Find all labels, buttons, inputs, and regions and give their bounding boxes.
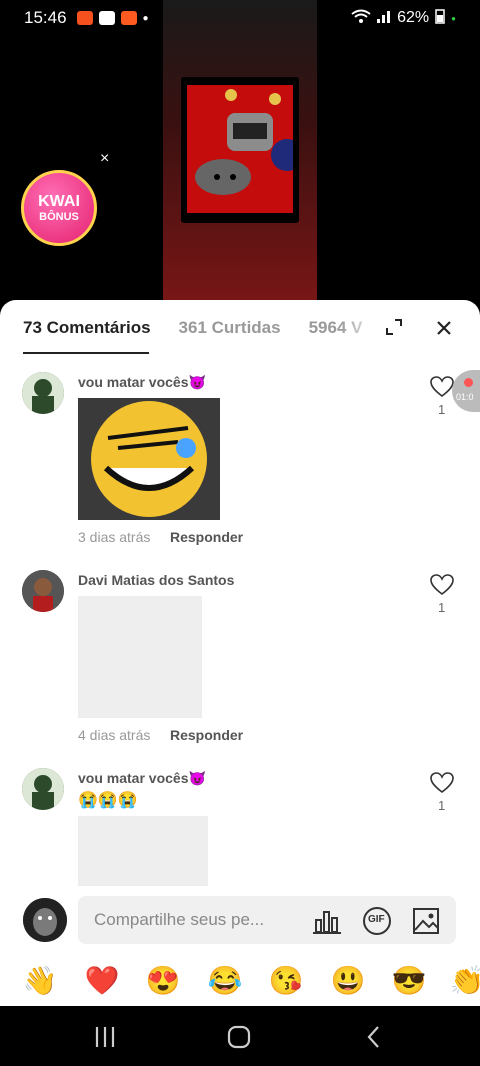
comment-input[interactable]: Compartilhe seus pe... GIF bbox=[78, 896, 456, 944]
notification-icons: ● bbox=[76, 11, 149, 25]
reply-button[interactable]: Responder bbox=[170, 727, 243, 743]
bonus-subtitle: BÔNUS bbox=[39, 211, 79, 223]
kwai-app-icon bbox=[120, 11, 137, 25]
image-icon[interactable] bbox=[411, 906, 441, 936]
emoji-button[interactable]: 👋 bbox=[20, 964, 60, 997]
heart-icon[interactable] bbox=[430, 376, 454, 398]
video-thumbnail: Alight Motion bbox=[181, 77, 299, 223]
comment-input-placeholder: Compartilhe seus pe... bbox=[94, 910, 265, 929]
emoji-button[interactable]: 😎 bbox=[389, 964, 429, 997]
my-avatar bbox=[23, 898, 67, 942]
heart-icon[interactable] bbox=[430, 574, 454, 596]
back-icon[interactable] bbox=[362, 1024, 392, 1050]
chart-icon[interactable] bbox=[312, 906, 342, 936]
close-icon[interactable] bbox=[434, 318, 454, 338]
comment-time: 4 dias atrás bbox=[78, 727, 151, 743]
privacy-dot-icon: ● bbox=[451, 13, 456, 23]
avatar[interactable] bbox=[22, 372, 64, 414]
heart-icon[interactable] bbox=[430, 772, 454, 794]
battery-icon bbox=[435, 8, 445, 29]
kwai-bonus-badge[interactable]: KWAI BÔNUS bbox=[21, 170, 97, 246]
comment-author[interactable]: vou matar vocês😈 bbox=[78, 374, 206, 391]
comment-time: 3 dias atrás bbox=[78, 529, 151, 545]
camera-app-icon bbox=[76, 11, 93, 25]
like-count: 1 bbox=[438, 600, 446, 615]
avatar[interactable] bbox=[22, 570, 64, 612]
like-count: 1 bbox=[438, 402, 446, 417]
like-count: 1 bbox=[438, 798, 446, 813]
emoji-button[interactable]: 😃 bbox=[328, 964, 368, 997]
recent-apps-icon[interactable] bbox=[92, 1024, 122, 1050]
avatar[interactable] bbox=[22, 768, 64, 810]
system-status: 62% ● bbox=[351, 8, 456, 29]
emoji-shortcuts: 👋 ❤️ 😍 😂 😘 😃 😎 👏 bbox=[0, 956, 480, 1006]
emoji-button[interactable]: 😘 bbox=[266, 964, 306, 997]
emoji-button[interactable]: ❤️ bbox=[82, 964, 122, 997]
system-nav-bar bbox=[0, 1006, 480, 1066]
expand-icon[interactable] bbox=[385, 318, 403, 336]
comments-tabs: 73 Comentários 361 Curtidas 5964 V bbox=[0, 300, 480, 356]
bonus-title: KWAI bbox=[38, 193, 80, 210]
comment-image[interactable] bbox=[78, 816, 208, 886]
tab-comments[interactable]: 73 Comentários bbox=[23, 318, 151, 354]
bonus-close-icon[interactable]: × bbox=[100, 150, 109, 168]
reply-button[interactable]: Responder bbox=[170, 529, 243, 545]
recorder-time: 01:0 bbox=[456, 392, 474, 402]
emoji-button[interactable]: 😍 bbox=[143, 964, 183, 997]
emoji-button[interactable]: 😂 bbox=[205, 964, 245, 997]
comments-sheet: 73 Comentários 361 Curtidas 5964 V vou m… bbox=[0, 300, 480, 1006]
more-dot-icon: ● bbox=[142, 12, 149, 24]
tab-likes[interactable]: 361 Curtidas bbox=[179, 318, 281, 338]
comment-image[interactable] bbox=[78, 398, 220, 520]
clock: 15:46 bbox=[24, 8, 67, 27]
tab-fade bbox=[340, 300, 380, 356]
comment-image[interactable] bbox=[78, 596, 202, 718]
youtube-icon bbox=[98, 11, 115, 25]
comment-author[interactable]: vou matar vocês😈 bbox=[78, 770, 206, 787]
gif-label: GIF bbox=[368, 914, 385, 925]
video-player[interactable]: Alight Motion bbox=[0, 0, 480, 305]
battery-percent: 62% bbox=[397, 9, 430, 26]
comment-input-bar: Compartilhe seus pe... GIF bbox=[0, 886, 480, 956]
gif-button[interactable]: GIF bbox=[362, 906, 392, 936]
wifi-icon bbox=[351, 9, 371, 28]
emoji-button[interactable]: 👏 bbox=[447, 964, 480, 997]
signal-icon bbox=[377, 9, 391, 28]
status-bar: 15:46 ● 62% ● bbox=[0, 0, 480, 36]
comment-text: 😭😭😭 bbox=[78, 792, 138, 809]
comments-list[interactable]: vou matar vocês😈 3 dias atrás Responder … bbox=[0, 366, 480, 886]
comment-author[interactable]: Davi Matias dos Santos bbox=[78, 572, 234, 588]
home-icon[interactable] bbox=[226, 1024, 256, 1050]
